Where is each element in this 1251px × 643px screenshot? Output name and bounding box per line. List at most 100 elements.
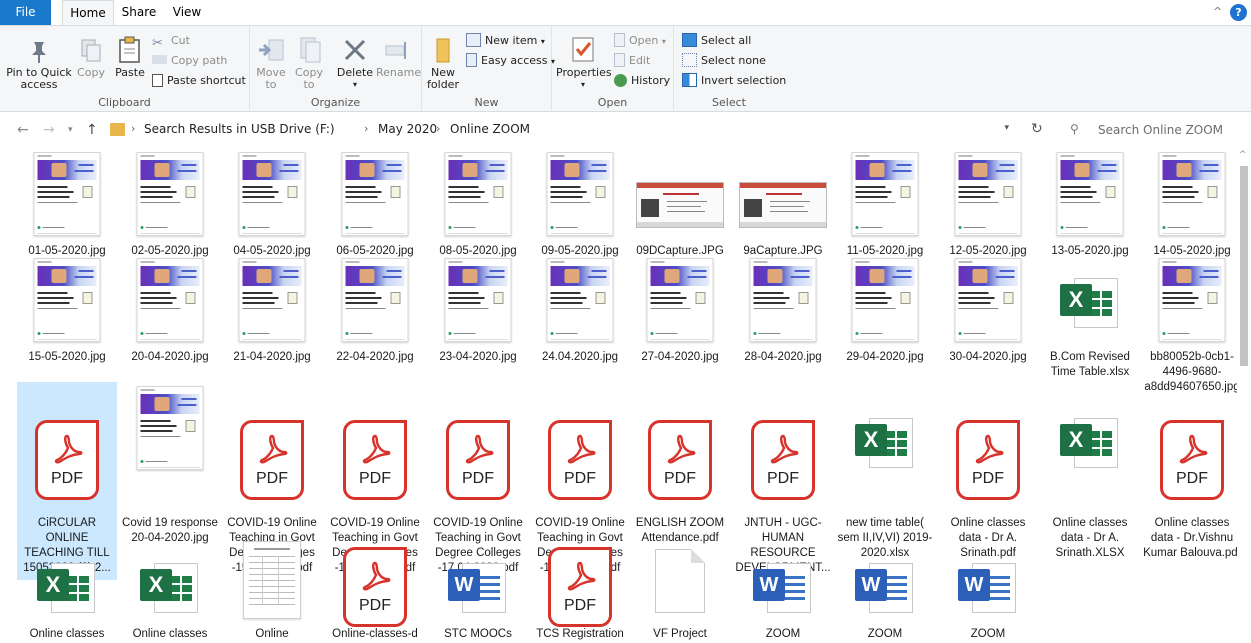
folder-icon bbox=[110, 123, 125, 136]
properties-button[interactable]: Properties ▾ bbox=[556, 36, 612, 91]
scrollbar-thumb[interactable] bbox=[1240, 166, 1248, 366]
breadcrumb-may-2020[interactable]: May 2020 bbox=[378, 122, 437, 136]
file-item[interactable]: PDF Online classes data - Dr.Vishnu Kumar… bbox=[1142, 382, 1242, 580]
pdf-file-icon: PDF bbox=[240, 420, 304, 500]
file-item[interactable]: 24.04.2020.jpg bbox=[530, 254, 630, 368]
file-name-label: 27-04-2020.jpg bbox=[641, 351, 719, 363]
new-item-button[interactable]: New item ▾ bbox=[466, 33, 545, 49]
file-item[interactable]: 11-05-2020.jpg bbox=[835, 148, 935, 262]
clipboard-group: Pin to Quick access Copy Paste ✂ Cut Cop… bbox=[0, 26, 250, 112]
image-thumbnail-icon bbox=[546, 258, 614, 342]
file-item[interactable]: X Online classes bbox=[17, 531, 117, 643]
file-item[interactable]: VF Project bbox=[630, 531, 730, 643]
properties-icon bbox=[572, 37, 594, 62]
file-item[interactable]: X Online classes bbox=[120, 531, 220, 643]
edit-button[interactable]: Edit bbox=[614, 53, 650, 69]
paste-button[interactable]: Paste bbox=[112, 36, 148, 79]
copy-button[interactable]: Copy bbox=[76, 38, 106, 79]
file-item[interactable]: 9aCapture.JPG bbox=[733, 148, 833, 262]
file-item[interactable]: 29-04-2020.jpg bbox=[835, 254, 935, 368]
forward-arrow-icon[interactable]: → bbox=[43, 122, 55, 138]
easy-access-button[interactable]: Easy access ▾ bbox=[466, 53, 555, 69]
breadcrumb-separator-icon: › bbox=[131, 122, 136, 135]
move-to-button[interactable]: Move to bbox=[254, 36, 288, 91]
ribbon-tabs: File Home Share View ^ ? bbox=[0, 0, 1251, 25]
file-item[interactable]: 09-05-2020.jpg bbox=[530, 148, 630, 262]
file-item[interactable]: 30-04-2020.jpg bbox=[938, 254, 1038, 368]
cut-button[interactable]: ✂ Cut bbox=[152, 33, 190, 51]
select-none-button[interactable]: Select none bbox=[682, 53, 766, 69]
file-item[interactable]: 12-05-2020.jpg bbox=[938, 148, 1038, 262]
file-item[interactable]: 28-04-2020.jpg bbox=[733, 254, 833, 368]
address-bar[interactable]: › Search Results in USB Drive (F:) › May… bbox=[106, 119, 1021, 142]
address-dropdown-icon[interactable]: ▾ bbox=[1004, 123, 1009, 133]
file-item[interactable]: 09DCapture.JPG bbox=[630, 148, 730, 262]
select-all-button[interactable]: Select all bbox=[682, 33, 751, 49]
delete-dropdown-icon[interactable]: ▾ bbox=[336, 79, 374, 91]
help-icon[interactable]: ? bbox=[1230, 4, 1247, 21]
file-item[interactable]: W ZOOM bbox=[938, 531, 1038, 643]
paste-shortcut-button[interactable]: Paste shortcut bbox=[152, 73, 246, 89]
breadcrumb-search-results[interactable]: Search Results in USB Drive (F:) bbox=[144, 122, 335, 136]
breadcrumb-online-zoom[interactable]: Online ZOOM bbox=[450, 122, 530, 136]
file-item[interactable]: 02-05-2020.jpg bbox=[120, 148, 220, 262]
new-folder-button[interactable]: New folder bbox=[426, 36, 460, 91]
open-button[interactable]: Open ▾ bbox=[614, 33, 666, 49]
open-group-label: Open bbox=[597, 96, 628, 109]
file-item[interactable]: X B.Com Revised Time Table.xlsx bbox=[1040, 254, 1140, 378]
copy-to-icon bbox=[300, 37, 321, 63]
image-thumbnail-icon bbox=[238, 258, 306, 342]
recent-locations-chevron-icon[interactable]: ▾ bbox=[68, 125, 73, 135]
history-button[interactable]: History bbox=[614, 73, 670, 89]
open-dropdown-icon: ▾ bbox=[661, 37, 666, 46]
file-item[interactable]: bb80052b-0cb1-4496-9680-a8dd94607650.jpg bbox=[1142, 254, 1242, 393]
file-item[interactable]: 04-05-2020.jpg bbox=[222, 148, 322, 262]
image-thumbnail-icon bbox=[136, 152, 204, 236]
file-item[interactable]: PDF Online-classes-d bbox=[325, 531, 425, 643]
copy-icon bbox=[81, 39, 101, 62]
up-arrow-icon[interactable]: ↑ bbox=[86, 122, 98, 138]
tab-view[interactable]: View bbox=[168, 0, 206, 25]
history-icon bbox=[614, 74, 627, 87]
file-item[interactable]: 15-05-2020.jpg bbox=[17, 254, 117, 368]
invert-selection-button[interactable]: Invert selection bbox=[682, 73, 786, 89]
tab-file[interactable]: File bbox=[0, 0, 51, 25]
refresh-icon[interactable]: ↻ bbox=[1031, 121, 1043, 137]
file-item[interactable]: Online bbox=[222, 531, 322, 643]
image-thumbnail-icon bbox=[1158, 152, 1226, 236]
back-arrow-icon[interactable]: ← bbox=[17, 122, 29, 138]
file-item[interactable]: 23-04-2020.jpg bbox=[428, 254, 528, 368]
file-item[interactable]: PDF TCS Registration bbox=[530, 531, 630, 643]
file-item[interactable]: 13-05-2020.jpg bbox=[1040, 148, 1140, 262]
delete-button[interactable]: Delete ▾ bbox=[336, 36, 374, 91]
search-input[interactable]: ⚲ Search Online ZOOM bbox=[1060, 119, 1231, 142]
rename-button[interactable]: Rename bbox=[376, 36, 421, 79]
file-item[interactable]: 01-05-2020.jpg bbox=[17, 148, 117, 262]
tab-home[interactable]: Home bbox=[62, 0, 114, 25]
pdf-file-icon: PDF bbox=[548, 547, 612, 627]
tab-share[interactable]: Share bbox=[118, 0, 160, 25]
minimize-ribbon-icon[interactable]: ^ bbox=[1213, 5, 1225, 19]
history-label: History bbox=[631, 74, 671, 87]
file-item[interactable]: X Online classes data - Dr A. Srinath.XLS… bbox=[1040, 382, 1140, 580]
pin-to-quick-access-button[interactable]: Pin to Quick access bbox=[6, 38, 72, 91]
scroll-up-icon[interactable]: ^ bbox=[1239, 150, 1247, 160]
file-item[interactable]: W STC MOOCs bbox=[428, 531, 528, 643]
file-item[interactable]: 22-04-2020.jpg bbox=[325, 254, 425, 368]
file-item[interactable]: 08-05-2020.jpg bbox=[428, 148, 528, 262]
file-item[interactable]: 21-04-2020.jpg bbox=[222, 254, 322, 368]
properties-dropdown-icon[interactable]: ▾ bbox=[556, 79, 610, 91]
file-item[interactable]: 20-04-2020.jpg bbox=[120, 254, 220, 368]
file-item[interactable]: 14-05-2020.jpg bbox=[1142, 148, 1242, 262]
vertical-scrollbar[interactable]: ^ bbox=[1237, 148, 1251, 643]
file-item[interactable]: 27-04-2020.jpg bbox=[630, 254, 730, 368]
copy-path-button[interactable]: Copy path bbox=[152, 53, 227, 69]
document-thumbnail-icon bbox=[243, 541, 301, 619]
copy-to-button[interactable]: Copy to bbox=[292, 36, 326, 91]
paste-label: Paste bbox=[115, 66, 145, 79]
new-item-label: New item bbox=[485, 34, 538, 47]
file-item[interactable]: W ZOOM bbox=[733, 531, 833, 643]
image-thumbnail-icon bbox=[136, 258, 204, 342]
file-item[interactable]: 06-05-2020.jpg bbox=[325, 148, 425, 262]
file-item[interactable]: W ZOOM bbox=[835, 531, 935, 643]
